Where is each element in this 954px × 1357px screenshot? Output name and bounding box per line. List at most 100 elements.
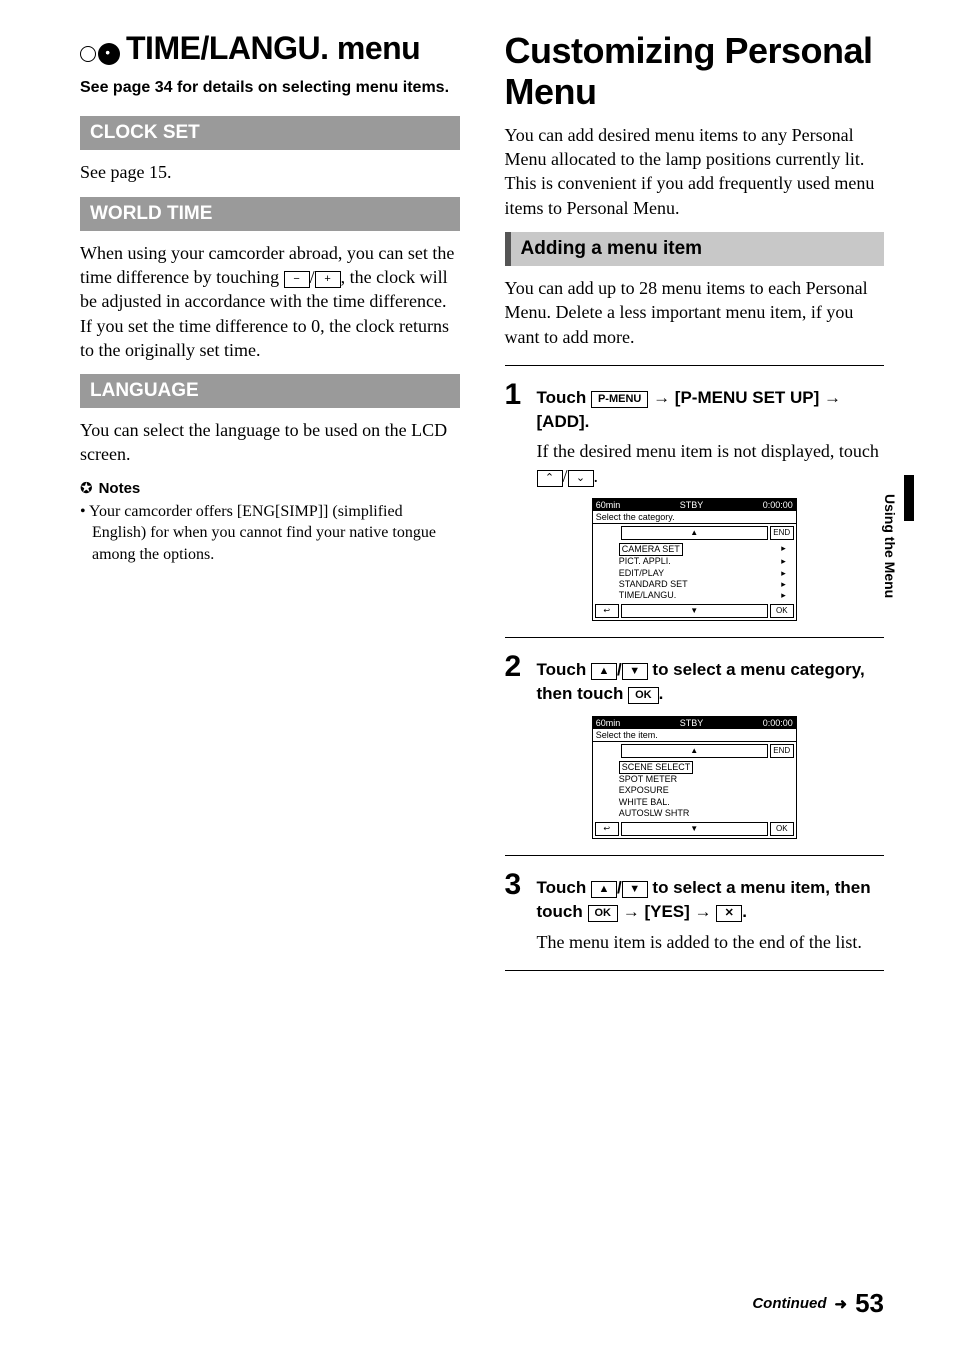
list-item[interactable]: WHITE BAL. — [619, 797, 792, 808]
down-button[interactable]: ▼ — [621, 604, 768, 618]
adding-intro: You can add up to 28 menu items to each … — [505, 276, 885, 349]
status-label: STBY — [680, 500, 704, 510]
list-item[interactable]: SPOT METER — [619, 774, 792, 785]
list-item[interactable]: SCENE SELECT — [619, 761, 792, 774]
minus-key-icon: − — [284, 271, 310, 288]
step2-end: . — [659, 684, 664, 703]
step-1: 1 Touch P-MENU → [P-MENU SET UP] → [ADD]… — [505, 380, 885, 434]
step-1-text: Touch P-MENU → [P-MENU SET UP] → [ADD]. — [537, 380, 885, 434]
side-tab-label: Using the Menu — [878, 480, 902, 612]
battery-label: 60min — [596, 718, 621, 728]
step1-follow-a: If the desired menu item is not displaye… — [537, 441, 879, 461]
intro-text: See page 34 for details on selecting men… — [80, 77, 460, 99]
language-body: You can select the language to be used o… — [80, 418, 460, 467]
globe-icon — [98, 43, 120, 65]
chevron-right-icon: ▸ — [781, 568, 786, 579]
continued-label: Continued — [752, 1295, 826, 1312]
ok-button[interactable]: OK — [770, 604, 794, 618]
heading-time-langu: TIME/LANGU. menu — [80, 30, 460, 67]
right-column: Customizing Personal Menu You can add de… — [505, 30, 885, 985]
step-1-follow: If the desired menu item is not displaye… — [537, 439, 885, 488]
chevron-right-icon: ▸ — [781, 543, 786, 556]
step3-pre: Touch — [537, 878, 591, 897]
clock-globe-icon — [80, 43, 120, 65]
clock-set-body: See page 15. — [80, 160, 460, 184]
page-down-key-icon: ⌄ — [568, 470, 594, 487]
divider — [505, 637, 885, 638]
screen-title: Select the category. — [593, 511, 796, 524]
ok-button[interactable]: OK — [770, 822, 794, 836]
step-3-follow: The menu item is added to the end of the… — [537, 930, 885, 954]
step-3: 3 Touch ▲/▼ to select a menu item, then … — [505, 870, 885, 924]
back-button[interactable]: ↩ — [595, 822, 619, 836]
list-item[interactable]: EDIT/PLAY▸ — [619, 568, 792, 579]
plus-key-icon: + — [315, 271, 341, 288]
list-item[interactable]: EXPOSURE — [619, 785, 792, 796]
arrow-right-icon: ➜ — [835, 1295, 848, 1313]
time-label: 0:00:00 — [763, 718, 793, 728]
notes-list: Your camcorder offers [ENG[SIMP]] (simpl… — [80, 501, 460, 566]
up-button[interactable]: ▲ — [621, 744, 768, 758]
screen-status-bar: 60min STBY 0:00:00 — [593, 717, 796, 729]
divider — [505, 855, 885, 856]
end-button[interactable]: END — [770, 744, 794, 758]
step1-pre: Touch — [537, 388, 591, 407]
title-text: TIME/LANGU. menu — [126, 30, 420, 66]
heading-customizing: Customizing Personal Menu — [505, 30, 885, 113]
step1-follow-b: . — [594, 466, 599, 486]
divider — [505, 365, 885, 366]
chevron-right-icon: ▸ — [781, 579, 786, 590]
step3-mid2: → [YES] → — [618, 902, 716, 921]
list-item[interactable]: PICT. APPLI.▸ — [619, 556, 792, 567]
step-2-text: Touch ▲/▼ to select a menu category, the… — [537, 652, 885, 706]
section-adding-item: Adding a menu item — [505, 232, 885, 266]
side-tab-marker — [904, 475, 914, 521]
chevron-right-icon: ▸ — [781, 590, 786, 601]
time-label: 0:00:00 — [763, 500, 793, 510]
step-number: 1 — [505, 380, 529, 410]
end-button[interactable]: END — [770, 526, 794, 540]
screen-list: SCENE SELECT SPOT METER EXPOSURE WHITE B… — [595, 760, 794, 820]
clock-icon — [80, 46, 96, 62]
notes-heading: Notes — [80, 479, 460, 497]
divider — [505, 970, 885, 971]
ok-key-icon: OK — [588, 905, 619, 922]
screen-title: Select the item. — [593, 729, 796, 742]
page-number: 53 — [855, 1288, 884, 1319]
up-button[interactable]: ▲ — [621, 526, 768, 540]
step3-end: . — [742, 902, 747, 921]
chevron-right-icon: ▸ — [781, 556, 786, 567]
up-key-icon: ▲ — [591, 881, 617, 898]
lcd-screen-1: 60min STBY 0:00:00 Select the category. … — [592, 498, 797, 621]
battery-label: 60min — [596, 500, 621, 510]
section-world-time: WORLD TIME — [80, 197, 460, 231]
left-column: TIME/LANGU. menu See page 34 for details… — [80, 30, 460, 985]
section-language: LANGUAGE — [80, 374, 460, 408]
status-label: STBY — [680, 718, 704, 728]
page-footer: Continued ➜ 53 — [752, 1288, 884, 1319]
step-2: 2 Touch ▲/▼ to select a menu category, t… — [505, 652, 885, 706]
customizing-intro: You can add desired menu items to any Pe… — [505, 123, 885, 220]
step2-pre: Touch — [537, 660, 591, 679]
screen-list: CAMERA SET▸ PICT. APPLI.▸ EDIT/PLAY▸ STA… — [595, 542, 794, 602]
world-time-body-1: When using your camcorder abroad, you ca… — [80, 241, 460, 362]
step-number: 2 — [505, 652, 529, 682]
pmenu-key-icon: P-MENU — [591, 391, 648, 408]
lcd-screen-2: 60min STBY 0:00:00 Select the item. ▲ EN… — [592, 716, 797, 839]
down-button[interactable]: ▼ — [621, 822, 768, 836]
step-number: 3 — [505, 870, 529, 900]
down-key-icon: ▼ — [622, 881, 648, 898]
list-item[interactable]: STANDARD SET▸ — [619, 579, 792, 590]
step-3-text: Touch ▲/▼ to select a menu item, then to… — [537, 870, 885, 924]
screen-status-bar: 60min STBY 0:00:00 — [593, 499, 796, 511]
back-button[interactable]: ↩ — [595, 604, 619, 618]
up-key-icon: ▲ — [591, 663, 617, 680]
note-item: Your camcorder offers [ENG[SIMP]] (simpl… — [80, 501, 460, 566]
list-item[interactable]: AUTOSLW SHTR — [619, 808, 792, 819]
list-item[interactable]: TIME/LANGU.▸ — [619, 590, 792, 601]
section-clock-set: CLOCK SET — [80, 116, 460, 150]
list-item[interactable]: CAMERA SET▸ — [619, 543, 792, 556]
close-key-icon: ✕ — [716, 905, 742, 922]
down-key-icon: ▼ — [622, 663, 648, 680]
ok-key-icon: OK — [628, 687, 659, 704]
